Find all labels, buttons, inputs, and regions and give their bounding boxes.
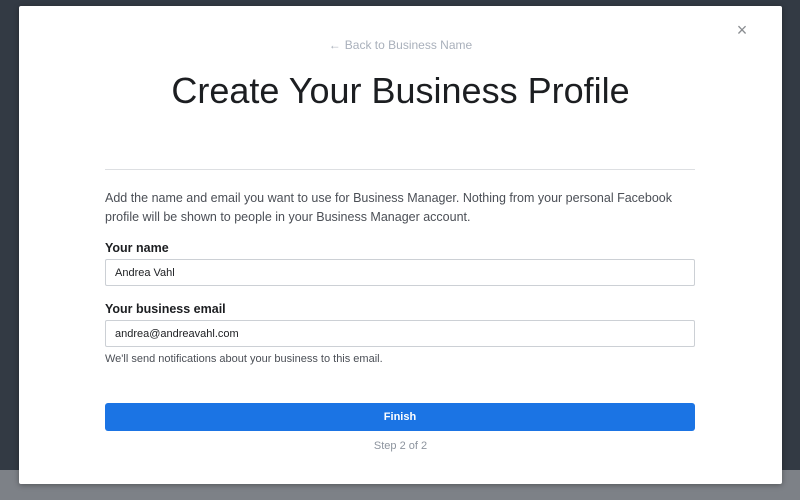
create-business-profile-dialog: × ← Back to Business Name Create Your Bus… <box>19 6 782 484</box>
dialog-title: Create Your Business Profile <box>171 70 630 111</box>
arrow-left-icon: ← <box>328 38 341 52</box>
divider <box>105 169 695 170</box>
email-helper-text: We'll send notifications about your busi… <box>105 353 383 365</box>
email-field-group: Your business email <box>105 302 695 347</box>
close-icon[interactable]: × <box>734 21 750 39</box>
form-content: Add the name and email you want to use f… <box>105 189 695 365</box>
name-label: Your name <box>105 241 169 255</box>
finish-button[interactable]: Finish <box>105 403 695 431</box>
description-text: Add the name and email you want to use f… <box>105 191 672 224</box>
name-field-group: Your name <box>105 241 695 286</box>
business-email-input[interactable] <box>105 320 695 347</box>
step-indicator: Step 2 of 2 <box>373 440 428 452</box>
email-label: Your business email <box>105 302 226 316</box>
name-input[interactable] <box>105 259 695 286</box>
back-link-label: Back to Business Name <box>344 38 473 52</box>
back-to-business-name-link[interactable]: ← Back to Business Name <box>19 38 782 52</box>
